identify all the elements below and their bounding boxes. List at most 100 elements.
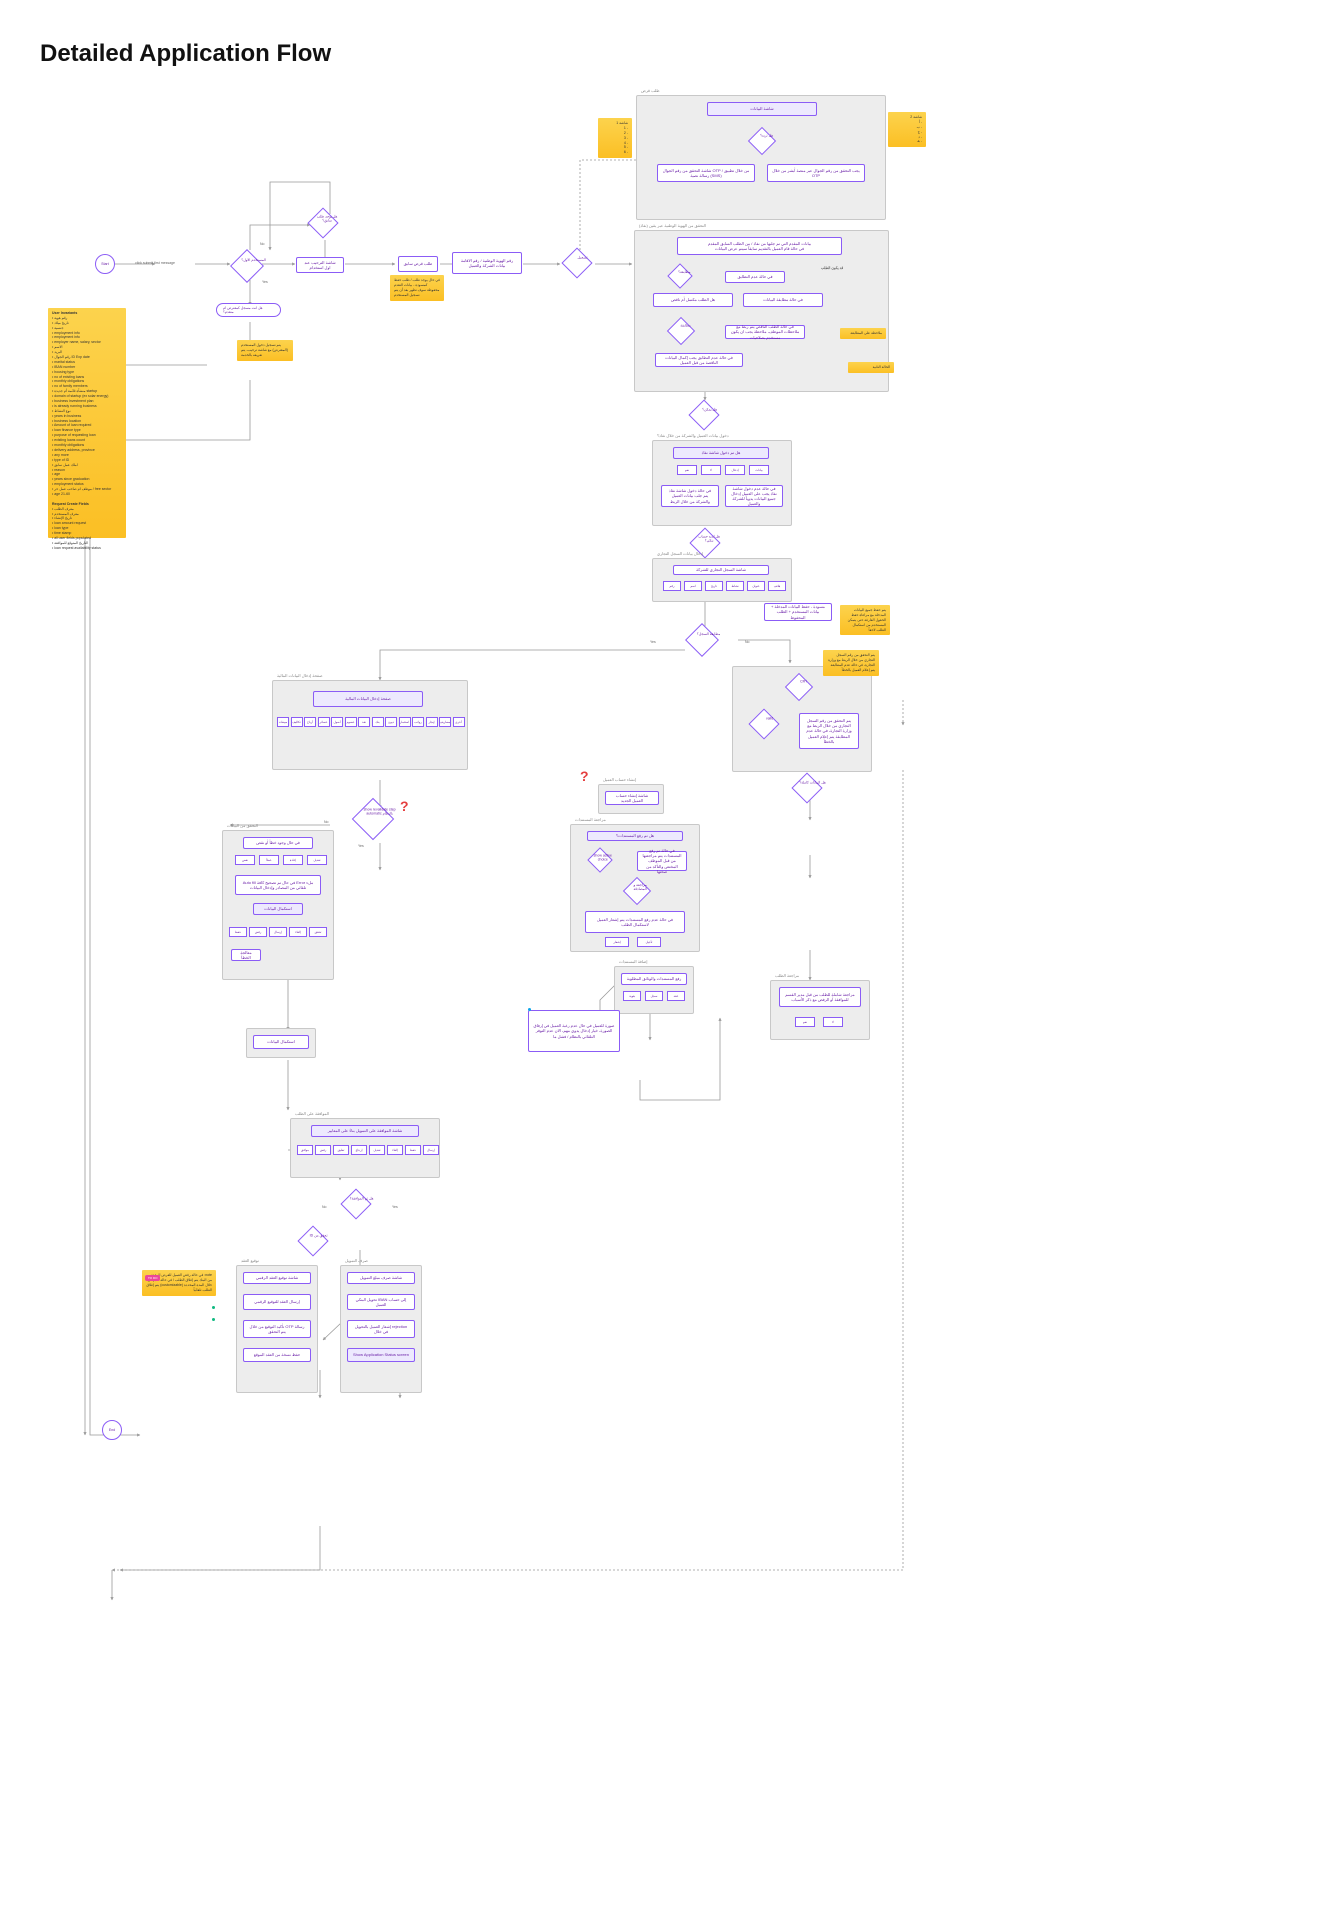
box-draft: مسودة - حفظ البيانات المدخلة + بيانات ال… [764, 603, 832, 621]
g-btn: استكمال البيانات [253, 903, 303, 915]
start-node: Start [95, 254, 115, 274]
h-out: في حالة عدم رفع المستندات يتم إشعار العم… [585, 911, 685, 933]
cell: استثمار [399, 717, 411, 727]
big-note-box: صورة للعميل في حال عدم رغبة العميل في إر… [528, 1010, 620, 1052]
n-b1: تحويل البنكي IBAN إلى حساب العميل [347, 1294, 415, 1310]
cv-d2: valid [748, 708, 779, 739]
m-b2: تأكيد التوقيع من خلال OTP رسالة يتم التح… [243, 1320, 311, 1338]
cell: نعم [677, 465, 697, 475]
cell: تكاليف [291, 717, 303, 727]
label-yes: Yes [650, 640, 656, 644]
f-diamond: show revalidate step automatic بالنظام [352, 798, 394, 840]
cell: خصوم [345, 717, 357, 727]
group-j: إضافة المستندات رفع المستندات والوثائق ا… [614, 966, 694, 1014]
b-header: بيانات المقدم التي تم جلبها من نفاذ / من… [677, 237, 842, 255]
c-no: في حالة عدم دخول شاشة نفاذ يجب على العمي… [725, 485, 783, 507]
group-i: إنشاء حساب العميل شاشة إنشاء حساب العميل… [598, 784, 664, 814]
group-cr: إدخال بيانات السجل التجاري شاشة السجل ال… [652, 558, 792, 602]
group-title: دخول بيانات العميل والشركة من خلال نفاذ؟ [657, 433, 729, 438]
group-nafath: دخول بيانات العميل والشركة من خلال نفاذ؟… [652, 440, 792, 526]
c-yes: في حالة دخول شاشة نفاذ يتم جلب بيانات ال… [661, 485, 719, 507]
b-box3: في حالة الطلب الناقص يتم ربط مع ملاحظات … [725, 325, 805, 339]
label-no: No [745, 640, 749, 644]
cell: إدخال [725, 465, 745, 475]
cell: حفظ [405, 1145, 421, 1155]
l-diamond: هل تم الموافقة؟ [340, 1188, 371, 1219]
page-title: Detailed Application Flow [40, 40, 1280, 68]
cell: إيجار [426, 717, 438, 727]
n-b2: إشعار العميل بالتحويل rejection في خلال [347, 1320, 415, 1338]
decision-first-user: المستخدم الاول؟ [230, 249, 264, 283]
cell: أخرى [453, 717, 465, 727]
group-title: إضافة المستندات [619, 959, 648, 964]
cell: تعديل [369, 1145, 385, 1155]
group-title: مراجعة المستندات [575, 817, 606, 822]
box-welcome: شاشة الترحيب عند اول استخدام [296, 257, 344, 273]
invariant-item: • age 21-60 [52, 492, 122, 497]
g-small: معالجة الخطأ [231, 949, 261, 961]
group-loan-request: طلب قرض شاشة البيانات هل تريد؟ شاشة التح… [636, 95, 886, 220]
label-no: No [324, 820, 328, 824]
b-d1: مطابقة؟ [667, 263, 692, 288]
group-title: توقيع العقد [241, 1258, 259, 1263]
cell: إشعار [605, 937, 629, 947]
n-b3: Show Application Status screen [347, 1348, 415, 1362]
box-prev-loan: طلب قرض سابق [398, 256, 438, 272]
invariant-item: • loan request availability status [52, 546, 122, 551]
check-icon [212, 1318, 215, 1321]
g-header: في حال وجود خطأ أو نقص [243, 837, 313, 849]
cell: اسم [684, 581, 702, 591]
note-a-left: شاشة 1- 1- 2- 3- 4- 5- 6 [598, 118, 632, 158]
cell: هوية [623, 991, 641, 1001]
k-box: مراجعة شاملة للطلب من قبل مدير القسم للم… [779, 987, 861, 1007]
i-header: شاشة إنشاء حساب العميل الجديد [605, 791, 659, 805]
end-node: End [102, 1420, 122, 1440]
deadend-diamond: هل يمكن؟ [688, 399, 719, 430]
cell: بيانات [749, 465, 769, 475]
cell: تعديل [307, 855, 327, 865]
start-action-label: click submit first message [130, 261, 180, 265]
group-cr-verify: CR؟ valid يتم التحقق من رقم السجل التجار… [732, 666, 872, 772]
c-header: هل تم دخول شاشة نفاذ [673, 447, 769, 459]
cell: مبيعات [277, 717, 289, 727]
group-m: توقيع العقد شاشة توقيع العقد الرقمي إرسا… [236, 1265, 318, 1393]
h-d2: مراجعة و المصادقة [623, 877, 651, 905]
m-h1: شاشة توقيع العقد الرقمي [243, 1272, 311, 1284]
a-box-l: شاشة التحقق من رقم الجوال OTP من خلال تط… [657, 164, 755, 182]
note-prev: في حال يوجد طلب / طلب حفظ كمسودة - بيانا… [390, 275, 444, 301]
cell: نقص [235, 855, 255, 865]
j-header: رفع المستندات والوثائق المطلوبة [621, 973, 687, 985]
decision-login: تسجيل [561, 247, 592, 278]
group-g: التحقق من البيانات في حال وجود خطأ أو نق… [222, 830, 334, 980]
cell: رفض [249, 927, 267, 937]
cell: رواتب [412, 717, 424, 727]
group-title: التحقق من الهوية الوطنية عبر يقين (نفاذ) [639, 223, 706, 228]
cv-desc: يتم التحقق من رقم السجل التجاري من خلال … [799, 713, 859, 749]
b-msg1: في حالة عدم التطابق [725, 271, 785, 283]
cell: موافق [297, 1145, 313, 1155]
cell: عنوان [747, 581, 765, 591]
e-header: شاشة السجل التجاري للشركة [673, 565, 769, 575]
group-title: الموافقة على الطلب [295, 1111, 329, 1116]
cell: تأجيل [637, 937, 661, 947]
b-box2: في حالة مطابقة البيانات [743, 293, 823, 307]
group-l: الموافقة على الطلب شاشة الموافقة على الت… [290, 1118, 440, 1178]
a-header: شاشة البيانات [707, 102, 817, 116]
box-first-check: هل انت مسجل كمقترض ام متقدم؟ [216, 303, 281, 317]
g-box1: Auto fill في حال تم تصحيح كافة Error ملء… [235, 875, 321, 895]
note-a-right: شاشة 2- أ- ب- ج- د- هـ [888, 112, 926, 147]
cell: إلغاء [289, 927, 307, 937]
group-k: مراجعة الطلب مراجعة شاملة للطلب من قبل م… [770, 980, 870, 1040]
cell: حفظ [229, 927, 247, 937]
cell: ديون [385, 717, 397, 727]
cell: هاتف [768, 581, 786, 591]
group-title: طلب قرض [641, 88, 660, 93]
group-title: إنشاء حساب العميل [603, 777, 636, 782]
note-draft: يتم حفظ جميع البيانات المدخلة مع مراعاة … [840, 605, 890, 635]
b-d2: مطابقة [667, 317, 695, 345]
note-b: ملاحظة على المطابقة [840, 328, 886, 339]
dot-icon [528, 1008, 531, 1011]
label-no: No [322, 1205, 326, 1209]
cell: بنك [372, 717, 384, 727]
group-title: إدخال بيانات السجل التجاري [657, 551, 703, 556]
